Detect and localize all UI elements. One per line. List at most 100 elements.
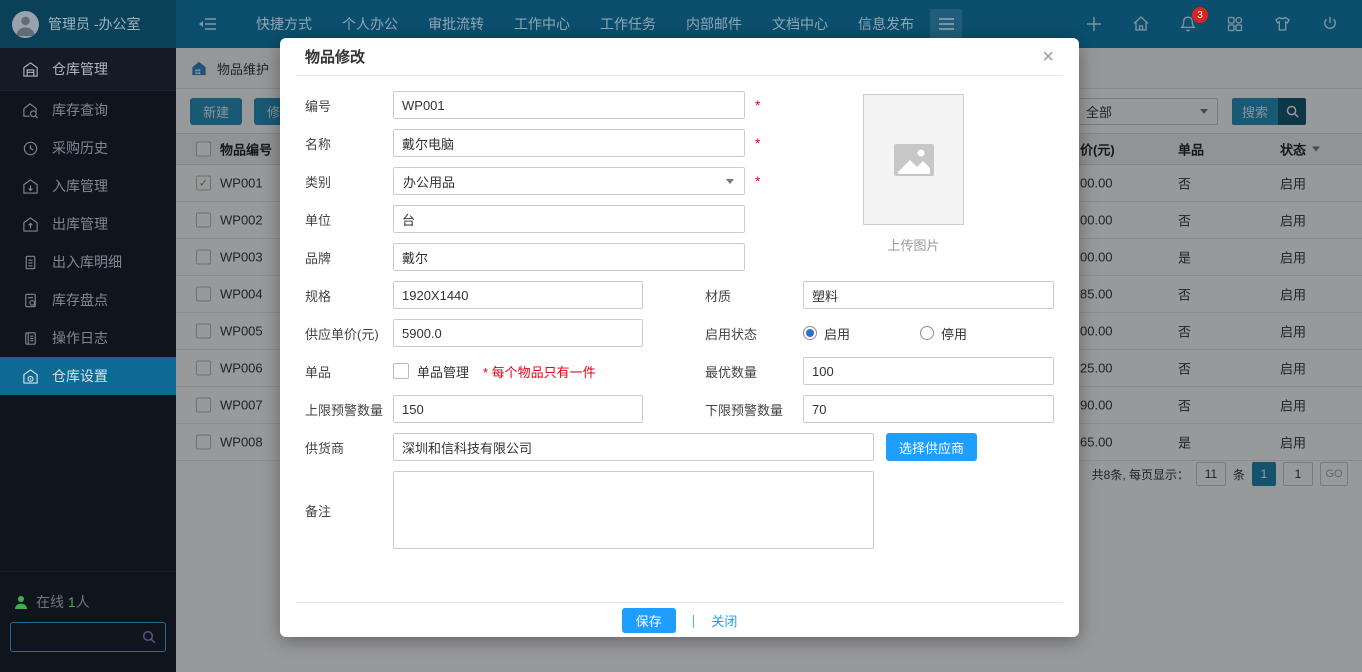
sidebar-item-label: 出入库明细 <box>52 252 122 272</box>
apps-icon[interactable] <box>1225 14 1245 34</box>
brand-field[interactable] <box>393 243 745 271</box>
required-mark: * <box>755 97 760 113</box>
close-button[interactable]: 关闭 <box>711 611 737 630</box>
notifications-button[interactable]: 3 <box>1178 14 1198 34</box>
more-menu-button[interactable] <box>930 9 962 39</box>
save-button[interactable]: 保存 <box>622 608 676 633</box>
online-label: 在线 <box>36 594 64 610</box>
upload-image-button[interactable] <box>863 94 964 225</box>
sidebar-item-stocktake[interactable]: 库存盘点 <box>0 281 176 319</box>
sidebar-item-label: 采购历史 <box>52 138 108 158</box>
sidebar-search-input[interactable] <box>11 630 141 645</box>
field-row-spec-material: 规格 材质 <box>305 281 1054 309</box>
upper-limit-field[interactable] <box>393 395 643 423</box>
menu-item-shortcuts[interactable]: 快捷方式 <box>256 14 312 34</box>
sidebar-item-operation-log[interactable]: 操作日志 <box>0 319 176 357</box>
name-field[interactable] <box>393 129 745 157</box>
image-placeholder-icon <box>890 136 938 184</box>
sidebar-item-warehouse-mgmt[interactable]: 仓库管理 <box>0 48 176 91</box>
sidebar-item-label: 操作日志 <box>52 328 108 348</box>
code-field[interactable] <box>393 91 745 119</box>
enable-radio-label[interactable]: 启用 <box>824 324 850 343</box>
sidebar-item-label: 仓库设置 <box>52 366 108 386</box>
choose-supplier-button[interactable]: 选择供应商 <box>886 433 977 461</box>
sidebar-item-inbound-mgmt[interactable]: 入库管理 <box>0 167 176 205</box>
single-warning-text: * 每个物品只有一件 <box>483 362 596 381</box>
single-checkbox[interactable] <box>393 363 409 379</box>
sidebar-item-stock-query[interactable]: 库存查询 <box>0 91 176 129</box>
material-field[interactable] <box>803 281 1054 309</box>
menu-item-info-publish[interactable]: 信息发布 <box>858 14 914 34</box>
enable-radio[interactable] <box>803 326 817 340</box>
category-label: 类别 <box>305 172 393 191</box>
menu-item-approval-flow[interactable]: 审批流转 <box>428 14 484 34</box>
sidebar-item-outbound-mgmt[interactable]: 出库管理 <box>0 205 176 243</box>
price-label: 供应单价(元) <box>305 324 393 343</box>
sidebar-search-box[interactable] <box>10 622 166 652</box>
upper-limit-label: 上限预警数量 <box>305 400 393 419</box>
single-checkbox-label[interactable]: 单品管理 <box>417 362 469 381</box>
menu-item-work-tasks[interactable]: 工作任务 <box>600 14 656 34</box>
clock-icon <box>22 140 39 157</box>
warehouse-settings-icon <box>22 368 39 385</box>
home-icon[interactable] <box>1131 14 1151 34</box>
sidebar-item-warehouse-settings[interactable]: 仓库设置 <box>0 357 176 395</box>
upload-image-label: 上传图片 <box>863 235 964 254</box>
sidebar-item-label: 入库管理 <box>52 176 108 196</box>
field-row-limits: 上限预警数量 下限预警数量 <box>305 395 1054 423</box>
remark-label: 备注 <box>305 501 393 520</box>
warehouse-icon <box>22 61 39 78</box>
sidebar-item-inout-detail[interactable]: 出入库明细 <box>0 243 176 281</box>
category-select[interactable]: 办公用品 <box>393 167 745 195</box>
field-row-remark: 备注 <box>305 471 1054 549</box>
navbar-user-section: 管理员 -办公室 <box>0 0 176 48</box>
detail-doc-icon <box>22 254 39 271</box>
supplier-field[interactable] <box>393 433 874 461</box>
footer-separator: | <box>692 612 696 628</box>
sidebar-item-label: 仓库管理 <box>52 59 108 79</box>
status-label: 启用状态 <box>705 324 803 343</box>
disable-radio[interactable] <box>920 326 934 340</box>
sidebar-item-label: 出库管理 <box>52 214 108 234</box>
lower-limit-label: 下限预警数量 <box>705 400 803 419</box>
user-avatar[interactable] <box>12 11 39 38</box>
remark-field[interactable] <box>393 471 874 549</box>
outbound-icon <box>22 216 39 233</box>
close-icon[interactable]: × <box>1042 47 1054 67</box>
optimal-field[interactable] <box>803 357 1054 385</box>
item-edit-dialog: 物品修改 × 编号 * 名称 * 类别 办公用品 * 单位 品牌 <box>280 38 1079 637</box>
menu-item-work-center[interactable]: 工作中心 <box>514 14 570 34</box>
price-field[interactable] <box>393 319 643 347</box>
collapse-menu-icon[interactable] <box>196 14 220 34</box>
sidebar-item-label: 库存盘点 <box>52 290 108 310</box>
power-icon[interactable] <box>1320 14 1340 34</box>
menu-item-personal-office[interactable]: 个人办公 <box>342 14 398 34</box>
supplier-label: 供货商 <box>305 438 393 457</box>
required-mark: * <box>755 173 760 189</box>
field-row-supplier: 供货商 选择供应商 <box>305 433 1054 461</box>
spec-field[interactable] <box>393 281 643 309</box>
online-count: 1 <box>68 594 76 610</box>
sidebar: 仓库管理 库存查询 采购历史 入库管理 出库管理 出入库明细 库存盘点 <box>0 48 176 672</box>
lower-limit-field[interactable] <box>803 395 1054 423</box>
plus-icon[interactable] <box>1084 14 1104 34</box>
name-label: 名称 <box>305 134 393 153</box>
field-row-price-status: 供应单价(元) 启用状态 启用 停用 <box>305 319 1054 347</box>
sidebar-item-purchase-history[interactable]: 采购历史 <box>0 129 176 167</box>
sidebar-item-label: 库存查询 <box>52 100 108 120</box>
dialog-title: 物品修改 <box>305 46 365 67</box>
search-icon[interactable] <box>141 629 157 645</box>
stocktake-icon <box>22 292 39 309</box>
code-label: 编号 <box>305 96 393 115</box>
more-menu-icon <box>938 17 955 31</box>
unit-field[interactable] <box>393 205 745 233</box>
theme-shirt-icon[interactable] <box>1272 14 1293 34</box>
online-person-icon <box>14 595 28 610</box>
person-icon <box>12 11 39 38</box>
menu-item-document-center[interactable]: 文档中心 <box>772 14 828 34</box>
menu-item-internal-mail[interactable]: 内部邮件 <box>686 14 742 34</box>
spec-label: 规格 <box>305 286 393 305</box>
navbar-menu: 快捷方式 个人办公 审批流转 工作中心 工作任务 内部邮件 文档中心 信息发布 <box>256 14 914 34</box>
disable-radio-label[interactable]: 停用 <box>941 324 967 343</box>
log-icon <box>22 330 39 347</box>
